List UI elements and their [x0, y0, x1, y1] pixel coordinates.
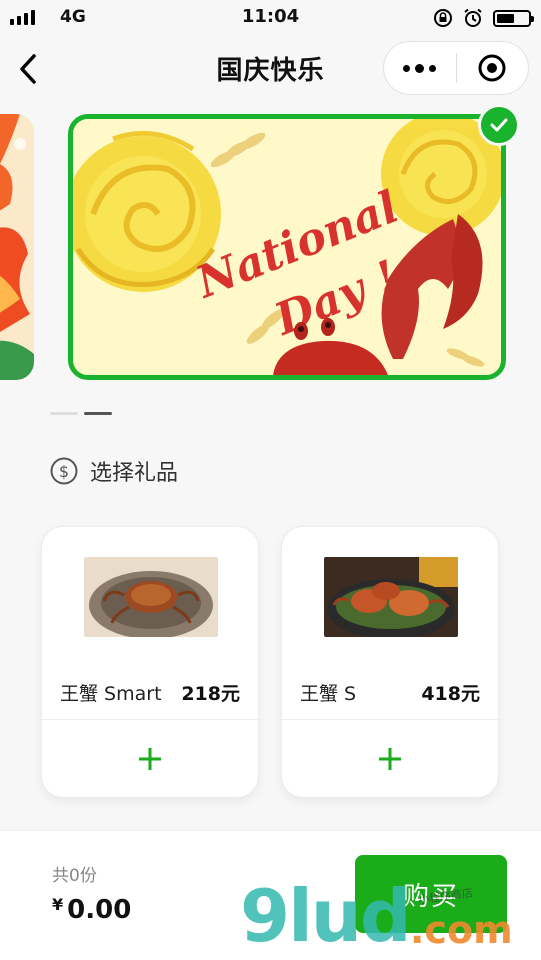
carousel-dot — [50, 412, 78, 415]
svg-text:$: $ — [59, 462, 69, 481]
product-image — [324, 557, 458, 637]
selected-check-badge — [478, 104, 520, 146]
greeting-card-carousel[interactable]: National Day ! — [0, 104, 541, 394]
target-close-icon — [478, 54, 506, 82]
carousel-dot — [84, 412, 112, 415]
more-button[interactable] — [384, 42, 456, 94]
selected-greeting-card[interactable]: National Day ! — [68, 114, 506, 380]
product-price: 418元 — [421, 683, 480, 705]
rotation-lock-icon — [434, 9, 452, 27]
previous-card[interactable] — [0, 114, 34, 380]
product-name: 王蟹 S — [300, 683, 357, 705]
previous-card-art — [0, 114, 34, 380]
product-price: 218元 — [181, 683, 240, 705]
battery-icon — [493, 9, 534, 27]
status-bar: 4G 11:04 — [0, 0, 541, 36]
currency-symbol: ¥ — [52, 895, 64, 914]
check-icon — [490, 118, 508, 132]
nav-bar: 国庆快乐 — [0, 36, 541, 102]
add-to-cart-button[interactable] — [282, 720, 498, 798]
dollar-coin-icon: $ — [50, 457, 78, 485]
more-dots-icon — [403, 64, 411, 72]
gift-section-title: 选择礼品 — [90, 461, 179, 486]
product-name: 王蟹 Smart — [60, 683, 162, 705]
product-image — [84, 557, 218, 637]
add-to-cart-button[interactable] — [42, 720, 258, 798]
capsule-menu — [383, 41, 529, 95]
close-mini-program-button[interactable] — [457, 42, 529, 94]
total-price: ¥0.00 — [52, 895, 131, 925]
plus-icon — [379, 748, 401, 770]
carousel-indicator — [50, 412, 112, 415]
item-count: 共0份 — [52, 866, 97, 886]
product-card[interactable]: 王蟹 Smart 218元 — [41, 526, 259, 798]
product-card[interactable]: 王蟹 S 418元 — [281, 526, 499, 798]
alarm-icon — [464, 8, 482, 27]
plus-icon — [139, 748, 161, 770]
total-amount: 0.00 — [67, 895, 132, 925]
gift-section-header: $ 选择礼品 — [50, 455, 178, 487]
buy-button[interactable]: 购买 — [355, 855, 507, 933]
national-day-card-art: National Day ! — [73, 119, 501, 375]
checkout-bar: 共0份 ¥0.00 购买 — [0, 830, 541, 960]
status-icons — [433, 6, 534, 30]
mini-program-page: 4G 11:04 国庆快乐 National Day ! $ 选择礼品 王蟹 S… — [0, 0, 541, 960]
